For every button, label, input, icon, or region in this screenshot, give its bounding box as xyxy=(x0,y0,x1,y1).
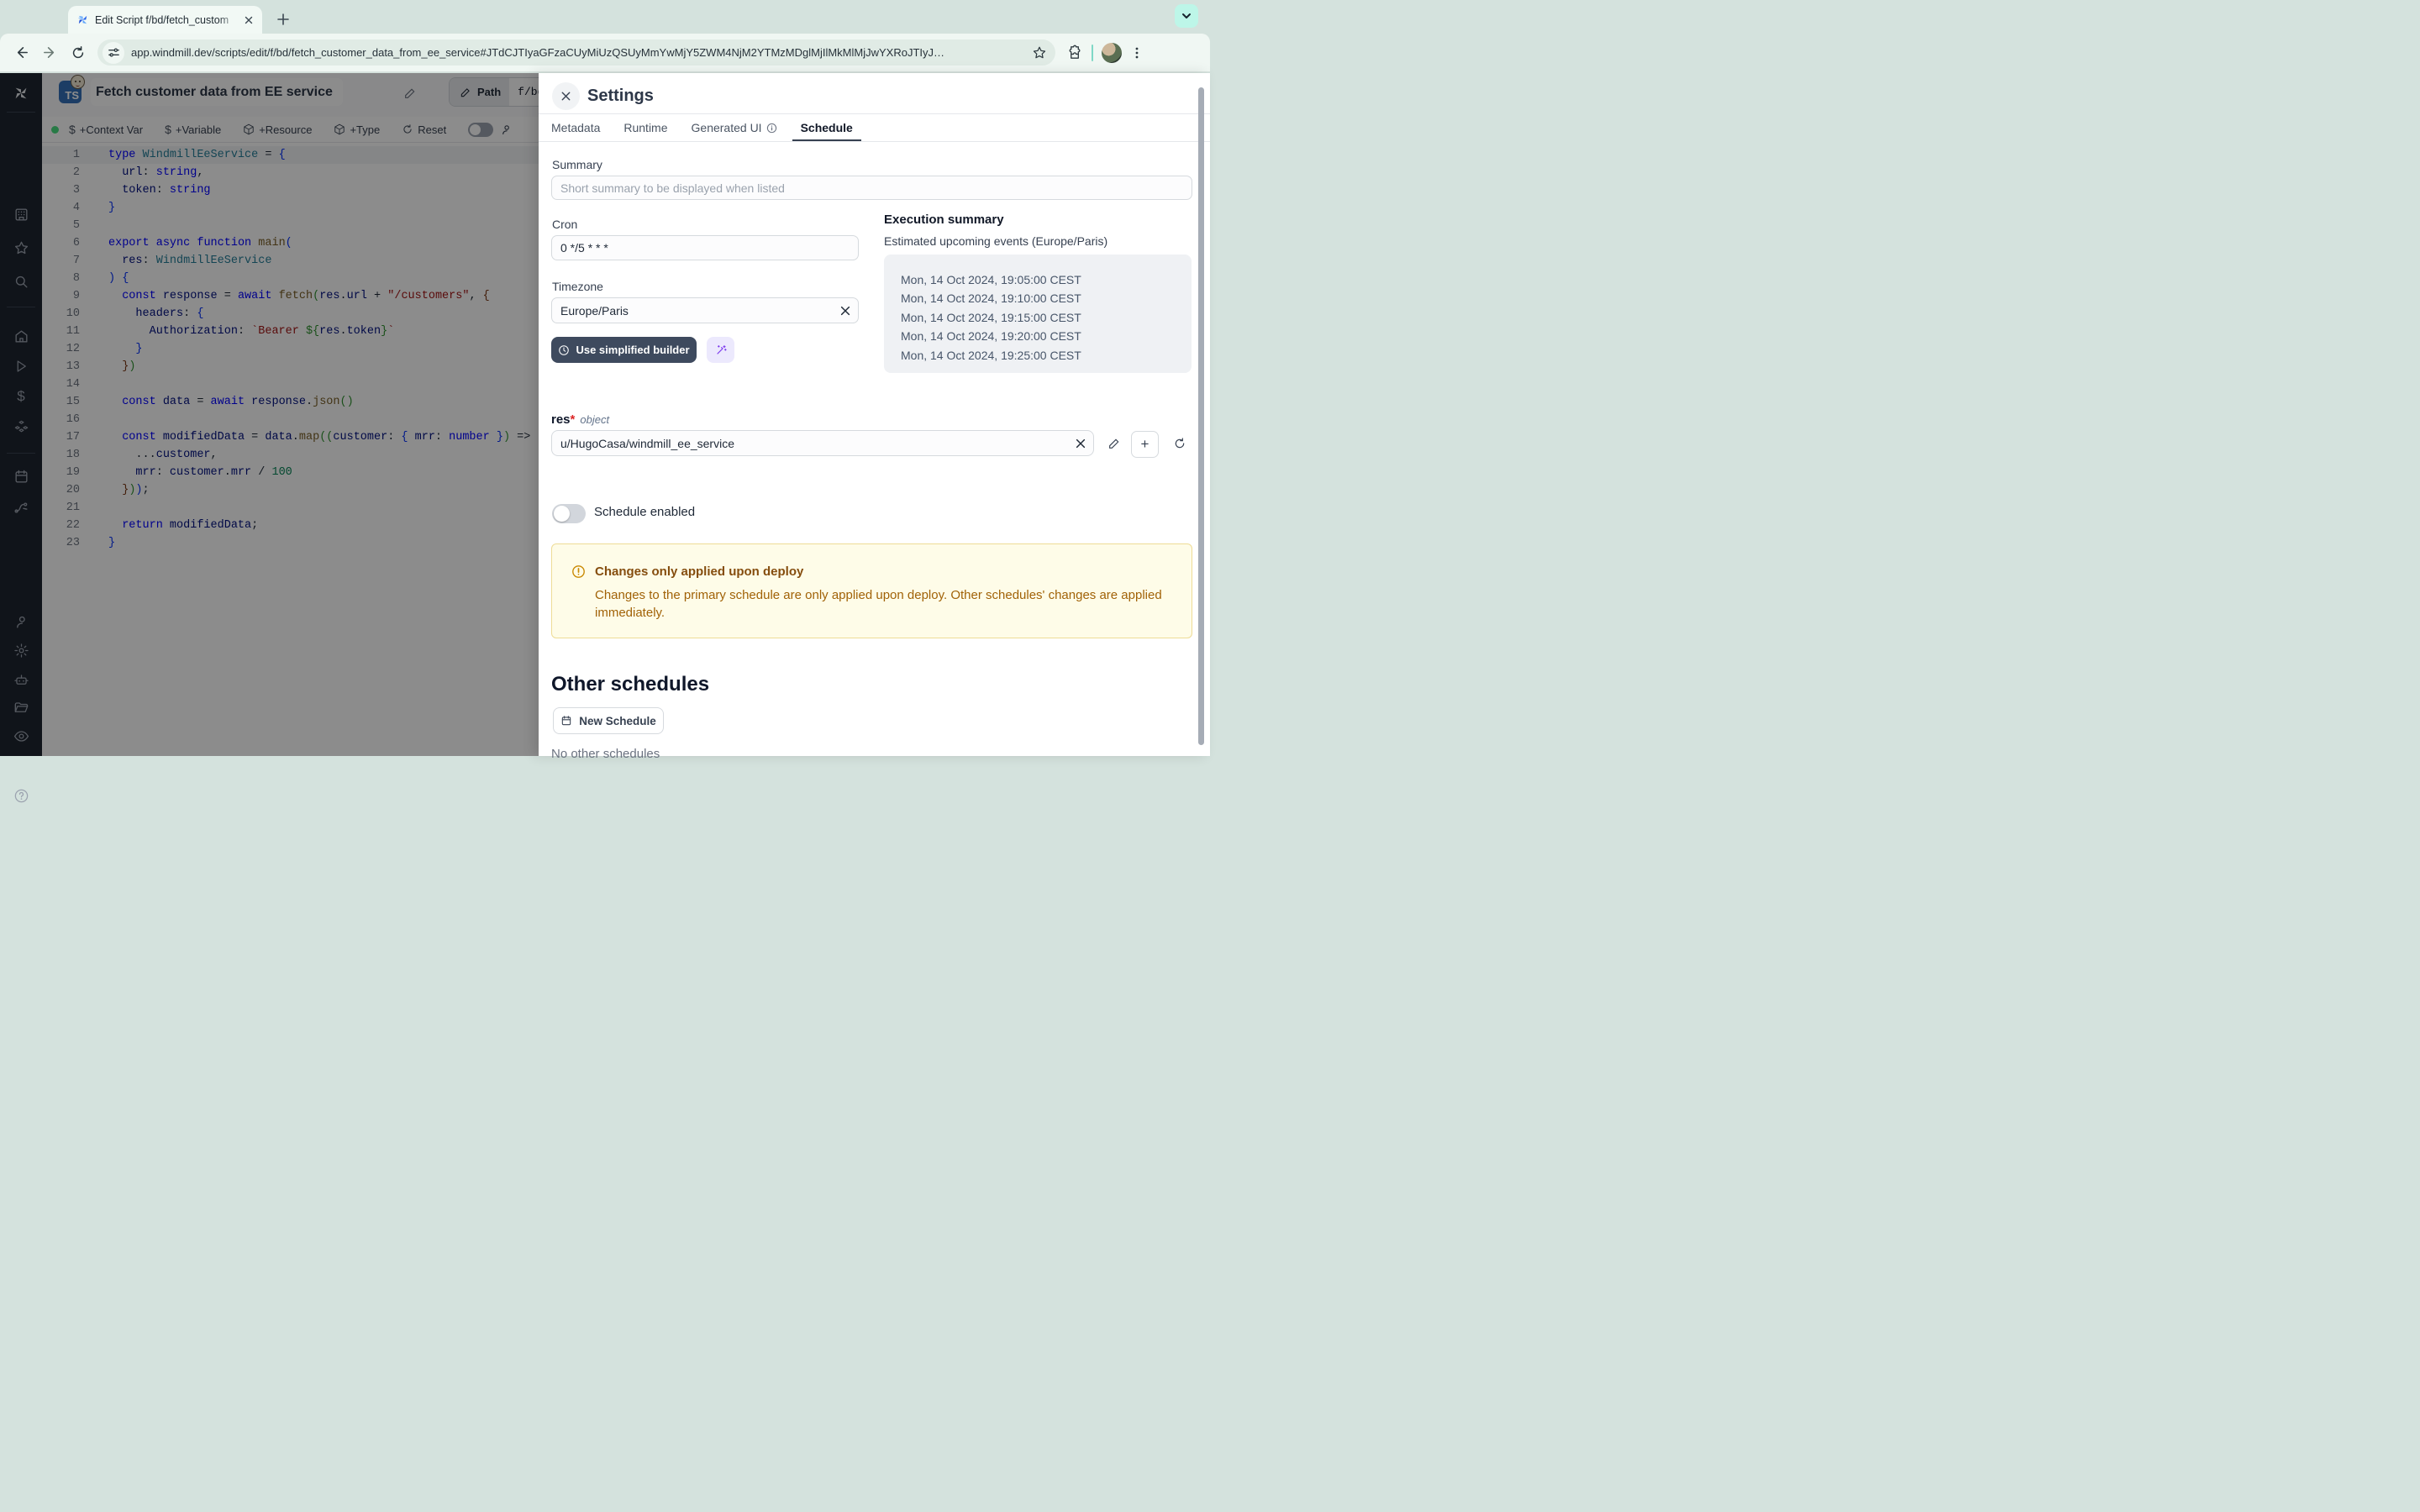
address-bar[interactable]: app.windmill.dev/scripts/edit/f/bd/fetch… xyxy=(97,39,1055,66)
extension-divider xyxy=(1092,45,1093,61)
summary-input[interactable] xyxy=(551,176,1192,200)
settings-drawer: Settings Metadata Runtime Generated UI S… xyxy=(539,73,1210,756)
tab-close-icon[interactable] xyxy=(242,13,255,27)
res-field-wrap xyxy=(551,430,1094,456)
warning-icon xyxy=(571,564,586,579)
windmill-favicon xyxy=(76,13,89,26)
upcoming-event: Mon, 14 Oct 2024, 19:25:00 CEST xyxy=(901,346,1192,365)
execution-summary-title: Execution summary xyxy=(884,213,1004,227)
edit-resource-pencil-icon[interactable] xyxy=(1105,434,1123,453)
back-icon[interactable] xyxy=(7,39,35,67)
modal-dim-overlay[interactable] xyxy=(0,73,539,756)
drawer-scrollbar[interactable] xyxy=(1198,87,1204,745)
bookmark-star-icon[interactable] xyxy=(1032,45,1047,60)
extensions-icon[interactable] xyxy=(1067,45,1083,60)
no-other-schedules-text: No other schedules xyxy=(551,747,660,761)
calendar-icon xyxy=(560,715,572,727)
new-tab-icon[interactable] xyxy=(273,9,293,29)
summary-field-wrap xyxy=(551,176,1192,200)
upcoming-event: Mon, 14 Oct 2024, 19:05:00 CEST xyxy=(901,270,1192,289)
reload-icon[interactable] xyxy=(64,39,92,67)
upcoming-event: Mon, 14 Oct 2024, 19:20:00 CEST xyxy=(901,327,1192,345)
other-schedules-title: Other schedules xyxy=(551,673,709,696)
arg-name: res* xyxy=(551,412,575,427)
help-icon[interactable] xyxy=(0,788,42,804)
menu-kebab-icon[interactable] xyxy=(1130,46,1144,60)
timezone-label: Timezone xyxy=(552,280,603,293)
summary-label: Summary xyxy=(552,158,602,171)
settings-tabs: Metadata Runtime Generated UI Schedule xyxy=(551,114,853,141)
url-text[interactable]: app.windmill.dev/scripts/edit/f/bd/fetch… xyxy=(131,46,1032,59)
use-simplified-builder-button[interactable]: Use simplified builder xyxy=(551,337,697,363)
tab-schedule[interactable]: Schedule xyxy=(801,114,853,141)
divider xyxy=(539,141,1210,142)
cron-input[interactable] xyxy=(551,235,859,260)
schedule-enabled-label: Schedule enabled xyxy=(594,505,695,519)
clear-resource-icon[interactable] xyxy=(1075,438,1086,449)
tab-metadata[interactable]: Metadata xyxy=(551,114,600,141)
browser-tabstrip: Edit Script f/bd/fetch_custom xyxy=(0,0,1210,34)
drawer-title: Settings xyxy=(587,87,654,106)
forward-icon[interactable] xyxy=(35,39,64,67)
ai-wand-button[interactable] xyxy=(707,337,734,363)
chevron-down-icon[interactable] xyxy=(1175,4,1198,28)
browser-toolbar: app.windmill.dev/scripts/edit/f/bd/fetch… xyxy=(0,34,1210,72)
warning-body: Changes to the primary schedule are only… xyxy=(595,586,1166,622)
clock-icon xyxy=(558,344,570,356)
arg-type: object xyxy=(580,413,609,426)
cron-label: Cron xyxy=(552,218,577,231)
close-icon[interactable] xyxy=(552,82,580,110)
res-field-header: res* object xyxy=(551,412,609,427)
site-settings-icon[interactable] xyxy=(103,42,124,64)
schedule-enabled-toggle[interactable] xyxy=(552,504,586,523)
upcoming-events-panel: Mon, 14 Oct 2024, 19:05:00 CESTMon, 14 O… xyxy=(884,255,1192,373)
deploy-warning-box: Changes only applied upon deploy Changes… xyxy=(551,543,1192,638)
tab-runtime[interactable]: Runtime xyxy=(623,114,667,141)
new-schedule-button[interactable]: New Schedule xyxy=(553,707,664,734)
upcoming-event: Mon, 14 Oct 2024, 19:10:00 CEST xyxy=(901,289,1192,307)
tab-generated-ui[interactable]: Generated UI xyxy=(692,114,777,141)
profile-avatar[interactable] xyxy=(1102,43,1122,63)
timezone-field-wrap xyxy=(551,297,859,323)
execution-summary-subtitle: Estimated upcoming events (Europe/Paris) xyxy=(884,234,1107,248)
magic-wand-icon xyxy=(714,344,728,357)
add-resource-button[interactable]: + xyxy=(1131,431,1159,458)
cron-field-wrap xyxy=(551,235,859,260)
info-icon xyxy=(766,123,777,134)
res-resource-input[interactable] xyxy=(551,430,1094,456)
tab-title: Edit Script f/bd/fetch_custom xyxy=(95,14,239,26)
upcoming-event: Mon, 14 Oct 2024, 19:15:00 CEST xyxy=(901,308,1192,327)
timezone-input[interactable] xyxy=(551,297,859,323)
clear-timezone-icon[interactable] xyxy=(839,305,851,317)
warning-title: Changes only applied upon deploy xyxy=(595,564,803,579)
refresh-icon[interactable] xyxy=(1171,434,1189,453)
required-marker: * xyxy=(571,412,576,427)
browser-tab[interactable]: Edit Script f/bd/fetch_custom xyxy=(68,6,262,34)
